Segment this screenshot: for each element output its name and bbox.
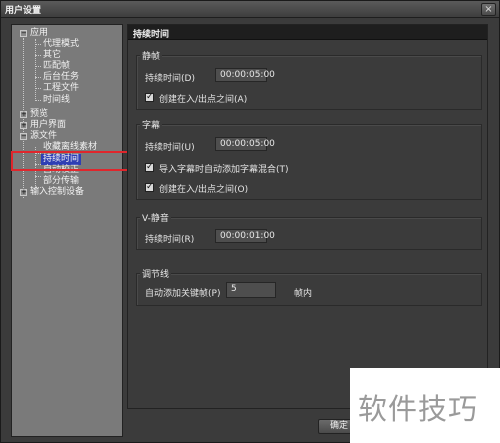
watermark-text: 软件技巧 [358, 392, 479, 426]
tree-item-preview[interactable]: 预览 [30, 109, 48, 120]
still-create-between-label: 创建在入/出点之间(A) [159, 95, 248, 105]
tree-line [35, 44, 41, 45]
tree-line [35, 39, 36, 101]
expand-icon[interactable]: + [20, 111, 27, 118]
still-duration-label: 持续时间(D) [145, 74, 195, 84]
tree-item-match-frame[interactable]: 匹配帧 [43, 61, 70, 72]
subtitle-create-between-label: 创建在入/出点之间(O) [159, 185, 249, 195]
tree-item-timeline[interactable]: 时间线 [43, 95, 70, 106]
panel-header: 持续时间 [128, 25, 487, 40]
group-subtitle-title: 字幕 [140, 118, 163, 131]
tree-item-other[interactable]: 其它 [43, 50, 61, 61]
settings-tree[interactable]: − 应用 代理模式 其它 匹配帧 后台任务 工程文件 时间线 + 预览 + 用户… [11, 24, 123, 437]
subtitle-create-between-checkbox[interactable]: ✓ [145, 183, 154, 192]
highlight-box [11, 151, 130, 171]
subtitle-duration-label: 持续时间(U) [145, 143, 195, 153]
auto-keyframe-field[interactable]: 5 [226, 282, 276, 298]
duration-panel: 持续时间 静帧 持续时间(D) 00:00:05:00 ✓ 创建在入/出点之间(… [127, 24, 488, 409]
expand-icon[interactable]: + [20, 122, 27, 129]
tree-item-app[interactable]: 应用 [30, 28, 48, 39]
tree-line [23, 38, 24, 198]
auto-keyframe-label: 自动添加关键帧(P) [145, 289, 221, 299]
title-bar[interactable]: 用户设置 × [1, 1, 499, 18]
expand-icon[interactable]: + [20, 189, 27, 196]
vmute-duration-field[interactable]: 00:00:01:00 [215, 229, 275, 243]
subtitle-import-mix-label: 导入字幕时自动添加字幕混合(T) [159, 165, 289, 175]
still-create-between-checkbox[interactable]: ✓ [145, 93, 154, 102]
tree-item-background-tasks[interactable]: 后台任务 [43, 72, 79, 83]
tree-line [35, 100, 41, 101]
tree-line [35, 77, 41, 78]
tree-line [35, 55, 41, 56]
close-button[interactable]: × [481, 3, 496, 16]
panel-title: 持续时间 [133, 30, 170, 40]
tree-item-project-file[interactable]: 工程文件 [43, 83, 79, 94]
tree-item-proxy-mode[interactable]: 代理模式 [43, 39, 79, 50]
group-rubber-band-title: 调节线 [140, 267, 172, 280]
group-vmute-title: V-静音 [140, 211, 171, 224]
collapse-icon[interactable]: − [20, 133, 27, 140]
watermark: 软件技巧 [350, 368, 500, 443]
frames-unit-label: 帧内 [294, 289, 313, 299]
collapse-icon[interactable]: − [20, 30, 27, 37]
subtitle-import-mix-checkbox[interactable]: ✓ [145, 163, 154, 172]
tree-item-user-interface[interactable]: 用户界面 [30, 120, 66, 131]
tree-line [35, 66, 41, 67]
vmute-duration-label: 持续时间(R) [145, 235, 195, 245]
subtitle-duration-field[interactable]: 00:00:05:00 [215, 137, 275, 151]
tree-line [35, 88, 41, 89]
group-still-title: 静帧 [140, 49, 163, 62]
tree-item-source-file[interactable]: 源文件 [30, 131, 57, 142]
user-settings-dialog: 用户设置 × − 应用 代理模式 其它 匹配帧 后台任务 工程文件 时间线 + … [0, 0, 500, 443]
tree-item-input-device[interactable]: 输入控制设备 [30, 187, 84, 198]
tree-item-partial-transfer[interactable]: 部分传输 [43, 176, 79, 187]
close-icon: × [484, 4, 493, 15]
window-title: 用户设置 [5, 6, 42, 16]
tree-line [35, 176, 41, 177]
still-duration-field[interactable]: 00:00:05:00 [215, 68, 275, 82]
